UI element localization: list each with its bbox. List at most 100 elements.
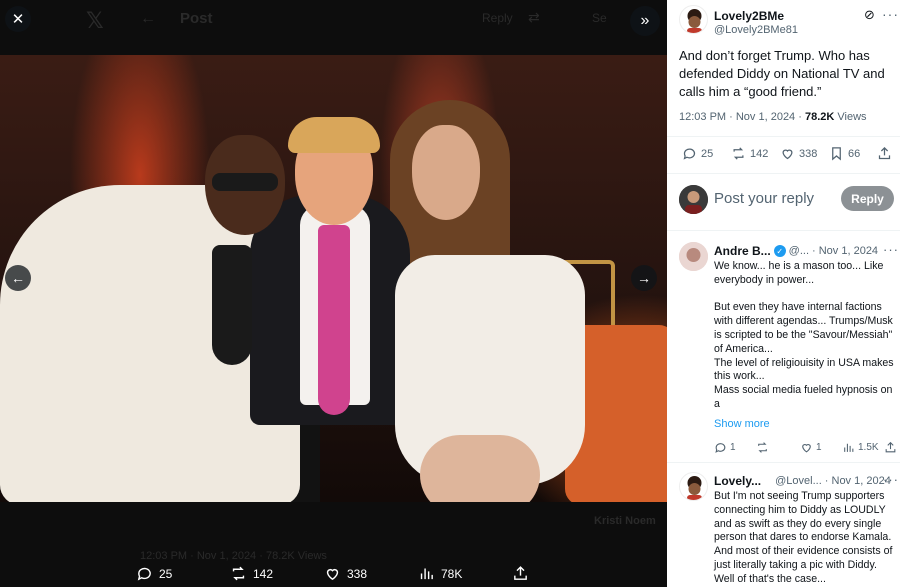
reply-author-avatar[interactable]: [679, 472, 708, 501]
viewer-views-count: 78K: [441, 566, 463, 581]
share-icon: [885, 441, 896, 453]
more-options-icon[interactable]: ···: [883, 242, 899, 257]
viewer-share-button[interactable]: [512, 560, 529, 587]
arrow-right-icon: →: [637, 270, 651, 286]
author-handle[interactable]: @Lovely2BMe81: [714, 24, 798, 36]
repost-button[interactable]: 142: [731, 146, 768, 161]
divider: [667, 230, 900, 231]
share-icon: [514, 566, 527, 580]
x-logo-icon: 𝕏: [86, 8, 104, 33]
reply-header: Lovely... @Lovel... · Nov 1, 2024: [714, 474, 894, 488]
viewer-like-count: 338: [347, 566, 368, 581]
figure-shape: [212, 173, 278, 191]
reply-text: But I'm not seeing Trump supporters conn…: [714, 490, 893, 585]
viewer-repost-button[interactable]: 142: [230, 560, 273, 587]
figure-shape: [318, 225, 350, 415]
background-settings-icon: ⇄: [528, 9, 540, 25]
analytics-icon: [420, 568, 433, 580]
heart-icon: [782, 149, 793, 160]
post-views-count: 78.2K: [804, 111, 835, 123]
reply-header: Andre B... ✓ @... · Nov 1, 2024: [714, 244, 894, 258]
share-button[interactable]: [877, 146, 892, 161]
bookmark-count: 66: [848, 147, 861, 160]
reply-count: 25: [701, 147, 714, 160]
reply-author-handle[interactable]: @...: [789, 245, 809, 257]
repost-icon: [758, 442, 767, 453]
reply-tweet[interactable]: Andre B... ✓ @... · Nov 1, 2024 ··· We k…: [667, 242, 900, 462]
reply-action-bar: 1 1 1.5K: [714, 441, 899, 457]
avatar-illustration-icon: [687, 9, 702, 33]
reply-submit-button[interactable]: Reply: [841, 186, 894, 211]
double-chevron-right-icon: »: [640, 12, 650, 29]
media-viewer: 𝕏 ← Post Reply ⇄ Se 12:03 PM · Nov 1, 20…: [0, 0, 667, 587]
reply-icon: [137, 567, 151, 581]
verified-badge-icon: ✓: [773, 245, 786, 257]
bookmark-button[interactable]: 66: [829, 146, 860, 161]
more-options-icon[interactable]: ···: [882, 6, 899, 22]
repost-icon: [733, 147, 744, 160]
viewer-reply-count: 25: [159, 566, 173, 581]
reply-icon: [715, 443, 726, 453]
show-more-link[interactable]: Show more: [714, 418, 770, 430]
repost-icon: [232, 566, 245, 581]
reply-share-button[interactable]: [884, 441, 897, 454]
reply-text: We know... he is a mason too... Like eve…: [714, 260, 894, 412]
previous-image-button[interactable]: ←: [5, 265, 31, 291]
post-photo[interactable]: [0, 55, 667, 502]
divider: [667, 173, 900, 174]
post-text: And don’t forget Trump. Who has defended…: [679, 48, 885, 99]
background-title: Post: [180, 10, 213, 27]
reply-input[interactable]: Post your reply: [714, 190, 814, 207]
reply-like-button[interactable]: 1: [800, 441, 822, 454]
reply-reply-count: 1: [730, 442, 736, 453]
reply-text-line: [714, 288, 894, 302]
reply-tweet[interactable]: Lovely... @Lovel... · Nov 1, 2024 ··· Bu…: [667, 472, 900, 587]
expand-panel-button[interactable]: »: [630, 6, 660, 36]
author-name[interactable]: Lovely2BMe: [714, 9, 784, 23]
reply-views-button[interactable]: 1.5K: [842, 441, 879, 454]
heart-icon: [326, 568, 339, 581]
current-user-avatar[interactable]: [679, 185, 708, 214]
figure-shape: [420, 435, 540, 502]
viewer-repost-count: 142: [253, 566, 274, 581]
background-reply-label: Reply: [482, 11, 513, 25]
reply-date[interactable]: · Nov 1, 2024: [812, 245, 878, 257]
reply-reply-button[interactable]: 1: [714, 441, 736, 454]
heart-icon: [802, 444, 811, 453]
next-image-button[interactable]: →: [631, 265, 657, 291]
share-icon: [878, 146, 891, 160]
grok-icon[interactable]: ⊘: [864, 7, 875, 23]
user-avatar-icon: [679, 185, 708, 214]
like-button[interactable]: 338: [780, 146, 817, 161]
more-options-icon[interactable]: ···: [883, 472, 899, 487]
author-avatar[interactable]: [679, 5, 708, 34]
arrow-left-icon: ←: [11, 270, 25, 286]
figure-shape: [288, 117, 380, 153]
reply-repost-button[interactable]: [756, 441, 769, 454]
viewer-like-button[interactable]: 338: [324, 560, 367, 587]
reply-text-line: But even they have internal factions wit…: [714, 301, 893, 355]
bookmark-icon: [832, 147, 841, 161]
post-time[interactable]: 12:03 PM · Nov 1, 2024 ·: [679, 111, 805, 123]
viewer-reply-button[interactable]: 25: [136, 560, 172, 587]
figure-shape: [412, 125, 480, 220]
divider: [667, 136, 900, 137]
avatar-illustration-icon: [687, 476, 702, 500]
reply-author-avatar[interactable]: [679, 242, 708, 271]
post-action-bar: 25 142 338 66: [679, 146, 894, 164]
reply-author-handle[interactable]: @Lovel...: [775, 475, 822, 487]
viewer-views-button[interactable]: 78K: [418, 560, 462, 587]
repost-count: 142: [750, 147, 769, 160]
analytics-icon: [844, 443, 854, 452]
post-views-label: Views: [834, 111, 867, 123]
reply-like-count: 1: [816, 442, 822, 453]
reply-button[interactable]: 25: [682, 146, 713, 161]
background-side-name: Kristi Noem: [594, 515, 656, 527]
reply-author-name[interactable]: Andre B...: [714, 244, 771, 258]
reply-author-name[interactable]: Lovely...: [714, 474, 761, 488]
viewer-action-bar: 25 142 338 78K: [0, 560, 667, 587]
reply-date[interactable]: · Nov 1, 2024: [825, 475, 891, 487]
close-button[interactable]: ✕: [5, 6, 31, 32]
back-arrow-icon: ←: [140, 10, 156, 27]
post-meta: 12:03 PM · Nov 1, 2024 · 78.2K Views: [679, 111, 867, 123]
